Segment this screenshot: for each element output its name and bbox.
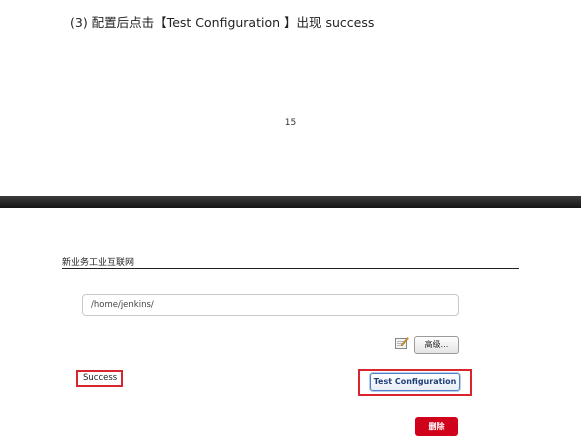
success-highlight-box: [76, 370, 123, 387]
delete-button[interactable]: 删除: [415, 417, 458, 436]
home-path-input[interactable]: [82, 294, 459, 316]
page-break-divider: [0, 196, 581, 208]
document-instruction: (3) 配置后点击【Test Configuration 】出现 success: [70, 15, 375, 30]
page-number: 15: [284, 118, 297, 128]
test-configuration-button[interactable]: Test Configuration: [370, 373, 460, 391]
advanced-button[interactable]: 高级...: [414, 336, 459, 354]
section-divider: [62, 268, 519, 269]
section-title: 新业务工业互联网: [62, 258, 135, 268]
notepad-icon[interactable]: [395, 336, 409, 349]
